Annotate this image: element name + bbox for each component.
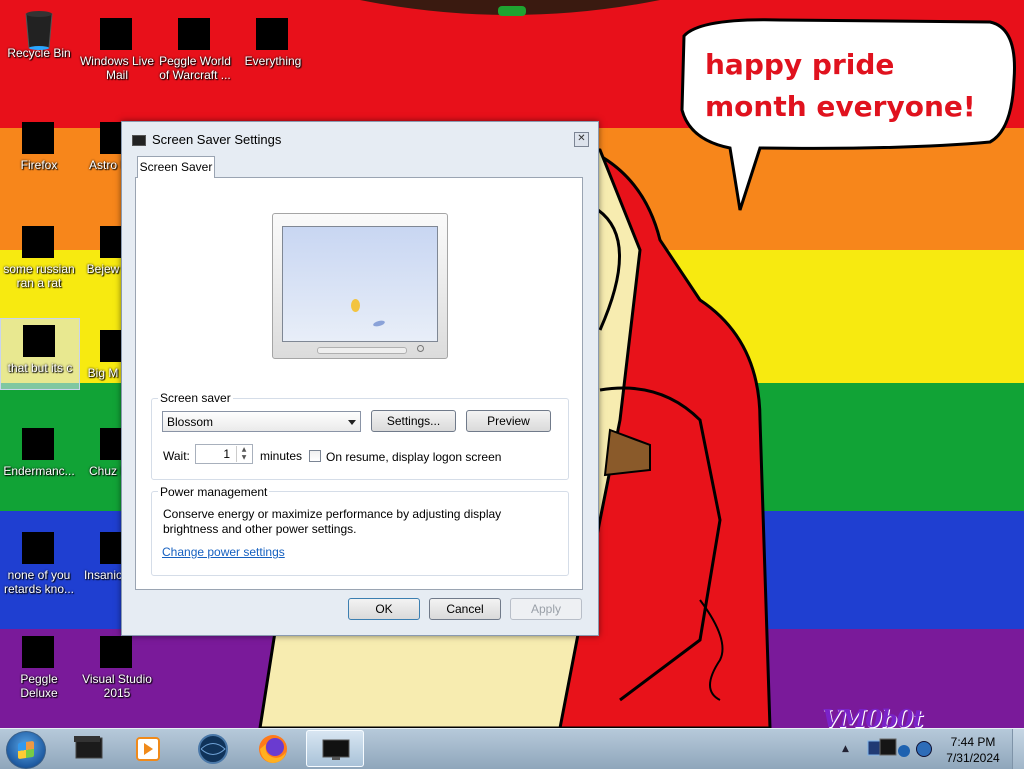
screen-saver-group-label: Screen saver — [158, 391, 233, 405]
preview-button[interactable]: Preview — [466, 410, 551, 432]
dialog-title: Screen Saver Settings — [152, 132, 282, 147]
app-icon — [22, 532, 56, 566]
icon-label: that but its c — [7, 361, 73, 375]
apply-button[interactable]: Apply — [510, 598, 582, 620]
recycle-bin-icon — [22, 10, 56, 50]
firefox-icon — [259, 735, 287, 763]
watermark-text: VM0b0t — [822, 704, 923, 728]
icon-label: none of you retards kno... — [3, 568, 75, 596]
wait-minutes-stepper[interactable]: 1 ▲ ▼ — [195, 444, 253, 464]
globe-app-icon — [198, 734, 228, 764]
desktop-icon-windows-live-mail[interactable]: Windows Live Mail — [78, 12, 156, 82]
mail-icon — [100, 18, 134, 52]
resume-logon-checkbox[interactable] — [309, 450, 321, 462]
taskbar-firefox[interactable] — [244, 730, 302, 767]
taskbar: ▲ 7:44 PM 7/31/2024 — [0, 728, 1024, 769]
firefox-icon — [22, 122, 56, 156]
icon-label: Windows Live Mail — [79, 54, 155, 82]
monitor-power-icon — [417, 345, 424, 352]
desktop-icon-none-of-you[interactable]: none of you retards kno... — [0, 526, 78, 596]
icon-label: Peggle World of Warcraft ... — [159, 54, 231, 82]
cancel-button[interactable]: Cancel — [429, 598, 501, 620]
monitor-icon — [132, 135, 146, 147]
clock-time: 7:44 PM — [950, 735, 996, 749]
tray-volume-icon[interactable] — [916, 741, 932, 757]
desktop-icon-firefox[interactable]: Firefox — [0, 116, 78, 172]
app-icon — [22, 428, 56, 462]
minutes-label: minutes — [260, 449, 303, 463]
wait-label: Wait: — [163, 449, 190, 463]
power-group-label: Power management — [158, 485, 270, 499]
media-player-icon — [136, 737, 160, 761]
monitor-slot — [317, 347, 407, 354]
icon-label: Firefox — [20, 158, 58, 172]
peggle-icon — [178, 18, 212, 52]
show-desktop-button[interactable] — [1012, 729, 1024, 769]
desktop-icon-everything[interactable]: Everything — [234, 12, 312, 68]
desktop-icon-recycle-bin[interactable]: Recycle Bin — [0, 4, 78, 60]
monitor-app-icon — [74, 736, 103, 759]
screen-saver-select[interactable]: Blossom — [162, 411, 361, 432]
taskbar-globe-app[interactable] — [184, 730, 242, 767]
taskbar-screen-saver-window[interactable] — [306, 730, 364, 767]
desktop-icon-endermanc[interactable]: Endermanc... — [0, 422, 78, 478]
desktop-icon-that-but-its[interactable]: that but its c — [0, 318, 80, 390]
ok-button[interactable]: OK — [348, 598, 420, 620]
resume-logon-label[interactable]: On resume, display logon screen — [326, 450, 501, 464]
chevron-down-icon — [348, 420, 356, 425]
stepper-arrows-icon[interactable]: ▲ ▼ — [236, 446, 251, 462]
desktop-icon-peggle-deluxe[interactable]: Peggle Deluxe — [0, 630, 78, 700]
icon-label: Endermanc... — [3, 464, 75, 478]
stacked-windows-icon — [23, 325, 57, 359]
visual-studio-icon — [100, 636, 134, 670]
power-description: Conserve energy or maximize performance … — [163, 507, 502, 536]
close-button[interactable]: ✕ — [574, 132, 589, 147]
document-icon — [22, 226, 56, 260]
icon-label: some russian ran a rat — [3, 262, 75, 290]
desktop-icon-peggle-wow[interactable]: Peggle World of Warcraft ... — [156, 12, 234, 82]
selected-saver: Blossom — [167, 415, 214, 429]
desktop-icon-some-russian[interactable]: some russian ran a rat — [0, 220, 78, 290]
dialog-title-bar[interactable]: Screen Saver Settings — [132, 132, 281, 148]
start-orb-icon[interactable] — [6, 731, 46, 769]
icon-label: Everything — [244, 54, 302, 68]
clock-date: 7/31/2024 — [946, 751, 1000, 765]
settings-button[interactable]: Settings... — [371, 410, 456, 432]
search-icon — [256, 18, 290, 52]
peggle-icon — [22, 636, 56, 670]
preview-monitor — [272, 213, 448, 359]
wait-value: 1 — [223, 447, 230, 461]
tray-network-icon[interactable] — [866, 737, 910, 761]
screen-saver-window-icon — [322, 739, 350, 760]
speech-bubble-text: happy pride month everyone! — [705, 48, 976, 123]
icon-label: Peggle Deluxe — [20, 672, 58, 700]
taskbar-media-player[interactable] — [120, 730, 178, 767]
preview-screen — [282, 226, 438, 342]
show-hidden-icons-button[interactable]: ▲ — [842, 744, 849, 754]
taskbar-monitor-app[interactable] — [60, 730, 118, 767]
blossom-shadow-icon — [372, 319, 386, 328]
desktop-icon-visual-studio[interactable]: Visual Studio 2015 — [78, 630, 156, 700]
tab-screen-saver[interactable]: Screen Saver — [137, 156, 215, 178]
change-power-settings-link[interactable]: Change power settings — [162, 545, 285, 559]
windows-logo-icon — [18, 740, 34, 760]
blossom-petal-icon — [351, 299, 360, 312]
tray-clock[interactable]: 7:44 PM 7/31/2024 — [938, 734, 1008, 766]
icon-label: Visual Studio 2015 — [82, 672, 152, 700]
